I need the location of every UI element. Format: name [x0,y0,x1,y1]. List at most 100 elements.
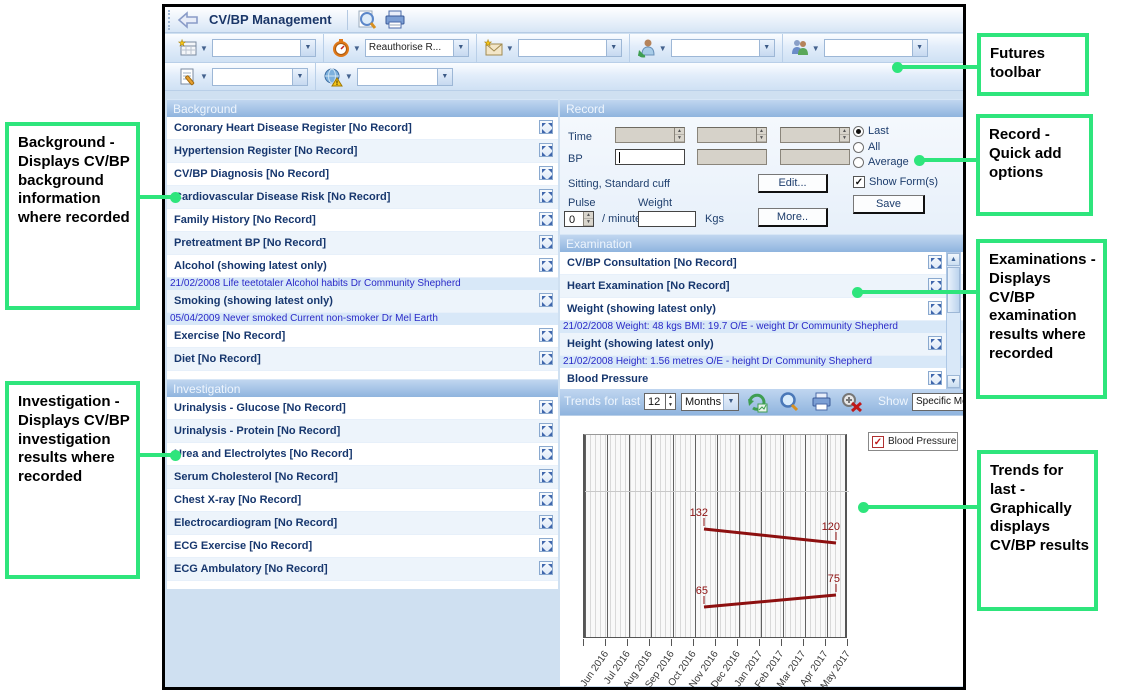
list-item-label: ECG Ambulatory [No Record] [167,558,558,581]
list-item-detail: 21/02/2008 Life teetotaler Alcohol habit… [167,278,558,290]
trends-show-dropdown[interactable]: Specific Med ▼ [912,393,963,411]
back-arrow-icon[interactable] [177,11,201,29]
callout-record: Record - Quick add options [976,114,1093,216]
expand-icon[interactable] [539,492,553,506]
app-window: CV/BP Management ★ ▼ ▼ [162,4,966,690]
expand-icon[interactable] [539,328,553,342]
combobox-arrow-icon[interactable]: ▼ [723,394,738,410]
combobox-arrow-icon[interactable]: ▼ [606,40,621,56]
dropdown-caret-icon[interactable]: ▼ [200,44,208,53]
combobox-arrow-icon[interactable]: ▼ [759,40,774,56]
list-item-label: CV/BP Diagnosis [No Record] [167,163,558,186]
radio-average[interactable]: Average [853,156,909,168]
page-title: CV/BP Management [209,12,332,27]
zoom-reset-icon[interactable] [840,391,863,413]
expand-icon[interactable] [928,371,942,385]
futures-toolbar-row2: ▼ ▼ ! ▼ ▼ [165,63,963,91]
dropdown-caret-icon[interactable]: ▼ [200,72,208,81]
expand-icon[interactable] [539,120,553,134]
pulse-stepper[interactable]: 0 ▲▼ [564,211,594,227]
time-label: Time [568,131,592,143]
expand-icon[interactable] [539,538,553,552]
expand-icon[interactable] [539,189,553,203]
expand-icon[interactable] [539,212,553,226]
investigation-section-header: Investigation [167,379,558,397]
list-item: Height (showing latest only) 21/02/2008 … [560,333,963,368]
list-item-label: Heart Examination [No Record] [560,275,963,298]
expand-icon[interactable] [928,336,942,350]
expand-icon[interactable] [539,561,553,575]
toolbar-combobox[interactable]: Reauthorise R... ▼ [365,39,469,57]
examination-scrollbar[interactable]: ▲ ▼ [946,252,961,389]
expand-icon[interactable] [539,469,553,483]
trends-period-unit-dropdown[interactable]: Months ▼ [681,393,739,411]
patient-referral-icon[interactable] [637,38,657,58]
expand-icon[interactable] [539,235,553,249]
mail-new-icon[interactable]: ★ [484,38,504,58]
examination-list: CV/BP Consultation [No Record] Heart Exa… [560,252,963,389]
expand-icon[interactable] [539,166,553,180]
expand-icon[interactable] [539,258,553,272]
combobox-arrow-icon[interactable]: ▼ [292,69,307,85]
magnifier-icon[interactable] [778,391,801,413]
expand-icon[interactable] [539,293,553,307]
toolbar-combobox[interactable]: ▼ [518,39,622,57]
scroll-up-icon[interactable]: ▲ [947,253,960,266]
combobox-arrow-icon[interactable]: ▼ [300,40,315,56]
trends-period-stepper[interactable]: 12 ▲▼ [644,393,676,410]
combobox-arrow-icon[interactable]: ▼ [453,40,468,56]
radio-last[interactable]: Last [853,125,889,137]
alert-globe-icon[interactable]: ! [323,67,343,87]
edit-button[interactable]: Edit... [758,174,828,193]
background-list: Coronary Heart Disease Register [No Reco… [167,117,558,379]
expand-icon[interactable] [928,255,942,269]
combobox-arrow-icon[interactable]: ▼ [437,69,452,85]
toolbar-combobox[interactable]: ▼ [212,39,316,57]
dropdown-caret-icon[interactable]: ▼ [812,44,820,53]
toolbar-combobox[interactable]: ▼ [824,39,928,57]
save-button[interactable]: Save [853,195,925,214]
expand-icon[interactable] [539,400,553,414]
callout-examinations: Examinations - Displays CV/BP examinatio… [976,239,1107,399]
refresh-graph-icon[interactable] [745,391,768,413]
separator [347,10,348,30]
toolbar-combobox[interactable]: ▼ [671,39,775,57]
left-column: Background Coronary Heart Disease Regist… [167,99,558,589]
toolbar-combobox[interactable]: ▼ [212,68,308,86]
combobox-arrow-icon[interactable]: ▼ [912,40,927,56]
more-button[interactable]: More.. [758,208,828,227]
radio-all[interactable]: All [853,141,880,153]
stopwatch-icon[interactable] [331,38,351,58]
background-section-header: Background [167,99,558,117]
bp-field-1[interactable] [615,149,685,165]
expand-icon[interactable] [539,515,553,529]
weight-label: Weight [638,197,672,209]
expand-icon[interactable] [539,351,553,365]
toolbar-group: ▼ Reauthorise R... ▼ [324,34,477,62]
scroll-down-icon[interactable]: ▼ [947,375,960,388]
list-item-label: Urinalysis - Protein [No Record] [167,420,558,443]
patients-icon[interactable] [790,38,810,58]
toolbar-combobox[interactable]: ▼ [357,68,453,86]
show-forms-checkbox[interactable]: ✓ Show Form(s) [853,176,938,188]
expand-icon[interactable] [539,143,553,157]
expand-icon[interactable] [928,301,942,315]
list-item-label: Cardiovascular Disease Risk [No Record] [167,186,558,209]
toolbar-group: ★ ▼ ▼ [477,34,630,62]
bp-field-3 [780,149,850,165]
dropdown-caret-icon[interactable]: ▼ [345,72,353,81]
weight-field[interactable] [638,211,696,227]
dropdown-caret-icon[interactable]: ▼ [353,44,361,53]
preview-icon[interactable] [355,9,379,31]
combobox-value [519,40,606,56]
calendar-new-icon[interactable]: ★ [178,38,198,58]
legend-label: Blood Pressure [888,436,956,447]
print-icon[interactable] [383,9,407,31]
printer-icon[interactable] [810,391,833,413]
form-edit-icon[interactable] [178,67,198,87]
expand-icon[interactable] [539,423,553,437]
dropdown-caret-icon[interactable]: ▼ [506,44,514,53]
legend-checkbox[interactable]: ✓ [872,436,884,448]
expand-icon[interactable] [539,446,553,460]
dropdown-caret-icon[interactable]: ▼ [659,44,667,53]
